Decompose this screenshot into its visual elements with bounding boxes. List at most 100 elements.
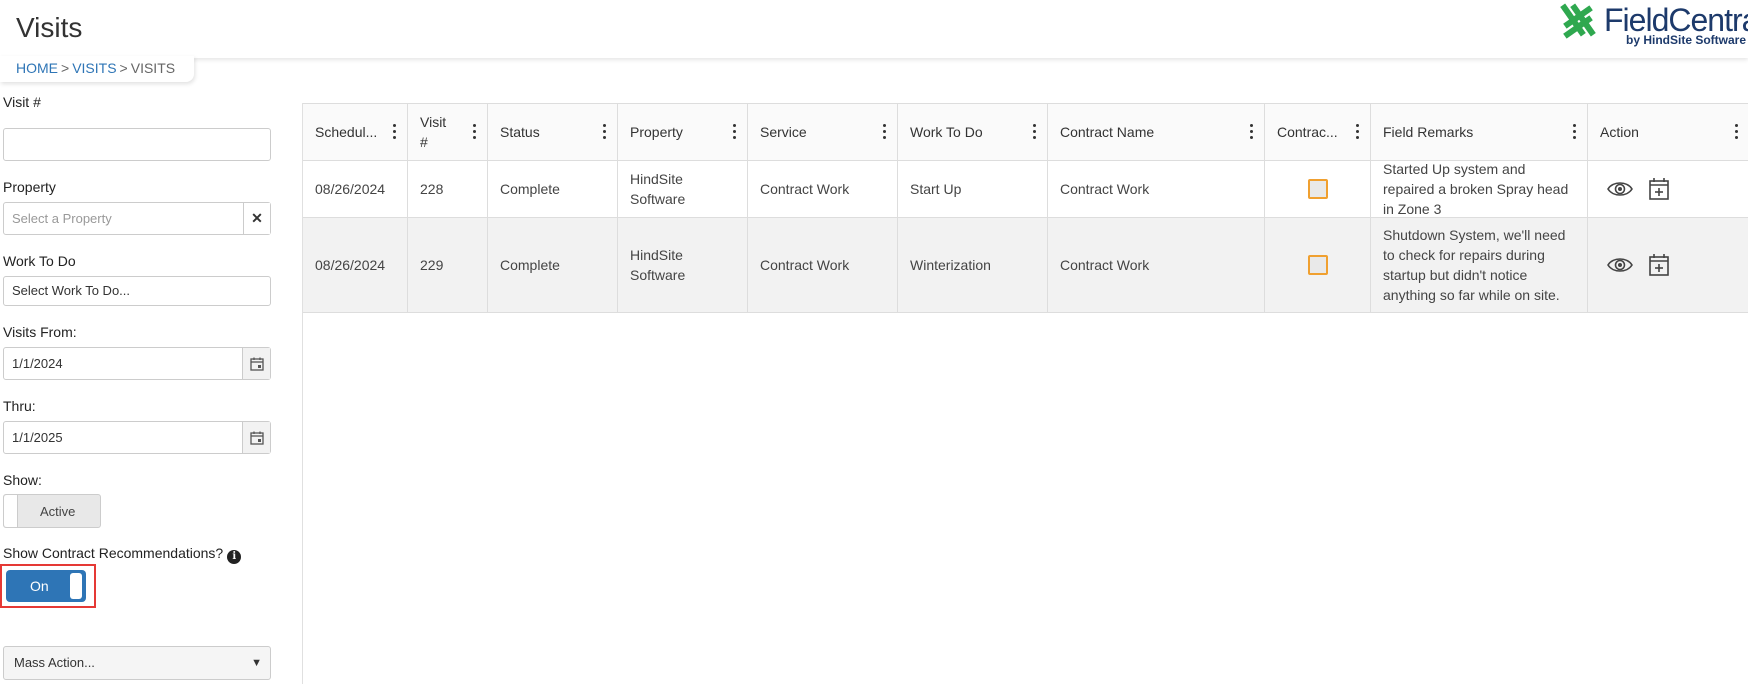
calendar-icon[interactable] [242, 348, 270, 379]
column-header-visit[interactable]: Visit # [408, 104, 488, 160]
column-header-label: Property [630, 124, 683, 140]
page-title: Visits [16, 12, 83, 43]
column-header-contract-name[interactable]: Contract Name [1048, 104, 1265, 160]
cell-action [1588, 218, 1748, 312]
add-schedule-icon[interactable] [1648, 177, 1670, 201]
work-to-do-select[interactable]: Select Work To Do... [3, 276, 271, 306]
property-select[interactable]: Select a Property ✕ [3, 202, 271, 235]
view-icon[interactable] [1606, 179, 1634, 199]
contract-recommendations-toggle[interactable]: On [6, 570, 86, 602]
column-menu-icon[interactable] [601, 124, 607, 140]
column-menu-icon[interactable] [1354, 124, 1360, 140]
column-header-label: Field Remarks [1383, 124, 1474, 140]
column-menu-icon[interactable] [1031, 124, 1037, 140]
add-schedule-icon[interactable] [1648, 253, 1670, 277]
contract-checkbox[interactable] [1307, 255, 1328, 275]
toggle-knob [4, 495, 18, 527]
cell-property: HindSite Software [618, 161, 748, 217]
table-row[interactable]: 08/26/2024 229 Complete HindSite Softwar… [303, 218, 1748, 313]
visits-from-input[interactable]: 1/1/2024 [3, 347, 271, 380]
cell-action [1588, 161, 1748, 217]
cell-scheduled: 08/26/2024 [303, 218, 408, 312]
work-to-do-label: Work To Do [3, 253, 76, 269]
cell-service: Contract Work [748, 161, 898, 217]
column-menu-icon[interactable] [731, 124, 737, 140]
contract-toggle-label: On [30, 578, 49, 594]
thru-input[interactable]: 1/1/2025 [3, 421, 271, 454]
column-header-status[interactable]: Status [488, 104, 618, 160]
thru-value: 1/1/2025 [12, 430, 63, 445]
visit-number-input[interactable] [3, 128, 271, 161]
thru-label: Thru: [3, 398, 36, 414]
column-header-label: Contract Name [1060, 124, 1155, 140]
dropdown-caret-icon: ▼ [251, 657, 262, 669]
cell-contract-name: Contract Work [1048, 161, 1265, 217]
cell-visit-number: 229 [408, 218, 488, 312]
contract-checkbox[interactable] [1307, 179, 1328, 199]
contract-recommendations-highlight: On [0, 564, 96, 608]
breadcrumb-home[interactable]: HOME [16, 60, 58, 76]
column-menu-icon[interactable] [391, 124, 397, 140]
view-icon[interactable] [1606, 255, 1634, 275]
show-toggle-label: Active [40, 504, 76, 519]
column-header-service[interactable]: Service [748, 104, 898, 160]
column-menu-icon[interactable] [1571, 124, 1577, 140]
cell-work-to-do: Start Up [898, 161, 1048, 217]
column-menu-icon[interactable] [881, 124, 887, 140]
toggle-knob [70, 573, 82, 599]
table-row[interactable]: 08/26/2024 228 Complete HindSite Softwar… [303, 161, 1748, 218]
logo-subtext: by HindSite Software [1626, 33, 1747, 47]
cell-property: HindSite Software [618, 218, 748, 312]
column-menu-icon[interactable] [471, 124, 477, 140]
cell-status: Complete [488, 161, 618, 217]
visits-grid-area: Schedul... Visit # Status Property Servi… [302, 103, 1748, 684]
clear-icon[interactable]: ✕ [243, 203, 270, 234]
calendar-icon[interactable] [242, 422, 270, 453]
property-label: Property [3, 179, 56, 195]
cell-status: Complete [488, 218, 618, 312]
column-menu-icon[interactable] [1733, 124, 1739, 140]
cell-contract [1265, 161, 1371, 217]
cell-contract [1265, 218, 1371, 312]
visits-from-value: 1/1/2024 [12, 356, 63, 371]
cell-scheduled: 08/26/2024 [303, 161, 408, 217]
grid-header-row: Schedul... Visit # Status Property Servi… [303, 104, 1748, 161]
column-header-field-remarks[interactable]: Field Remarks [1371, 104, 1588, 160]
column-header-scheduled[interactable]: Schedul... [303, 104, 408, 160]
cell-service: Contract Work [748, 218, 898, 312]
info-icon[interactable]: i [227, 550, 242, 564]
visits-grid: Schedul... Visit # Status Property Servi… [303, 103, 1748, 313]
logo-mark-icon [1560, 3, 1596, 39]
column-header-label: Service [760, 124, 807, 140]
mass-action-select[interactable]: Mass Action... ▼ [3, 646, 271, 680]
column-header-label: Work To Do [910, 124, 983, 140]
property-placeholder: Select a Property [12, 211, 112, 226]
show-active-toggle[interactable]: Active [3, 494, 101, 528]
visits-from-label: Visits From: [3, 324, 77, 340]
column-header-action[interactable]: Action [1588, 104, 1748, 160]
fieldcentral-logo[interactable]: FieldCentral by HindSite Software [1556, 0, 1748, 50]
column-header-label: Schedul... [315, 124, 378, 140]
column-header-contract[interactable]: Contrac... [1265, 104, 1371, 160]
mass-action-label: Mass Action... [14, 655, 95, 670]
visit-number-label: Visit # [3, 94, 41, 110]
column-header-work-to-do[interactable]: Work To Do [898, 104, 1048, 160]
column-header-label: Visit # [420, 114, 447, 150]
breadcrumb: HOME > VISITS > VISITS [0, 56, 194, 82]
cell-field-remarks: Shutdown System, we'll need to check for… [1371, 218, 1588, 312]
breadcrumb-current: VISITS [130, 60, 176, 76]
cell-field-remarks: Started Up system and repaired a broken … [1371, 161, 1588, 217]
breadcrumb-visits[interactable]: VISITS [72, 60, 116, 76]
column-menu-icon[interactable] [1248, 124, 1254, 140]
cell-visit-number: 228 [408, 161, 488, 217]
cell-work-to-do: Winterization [898, 218, 1048, 312]
cell-contract-name: Contract Work [1048, 218, 1265, 312]
column-header-property[interactable]: Property [618, 104, 748, 160]
show-label: Show: [3, 472, 42, 488]
page-header: Visits FieldCentral by HindSite Software [0, 0, 1748, 58]
column-header-label: Contrac... [1277, 124, 1338, 140]
column-header-label: Action [1600, 124, 1639, 140]
contract-recommendations-label: Show Contract Recommendations? i [3, 545, 242, 564]
column-header-label: Status [500, 124, 540, 140]
contract-recommendations-text: Show Contract Recommendations? [3, 545, 224, 561]
